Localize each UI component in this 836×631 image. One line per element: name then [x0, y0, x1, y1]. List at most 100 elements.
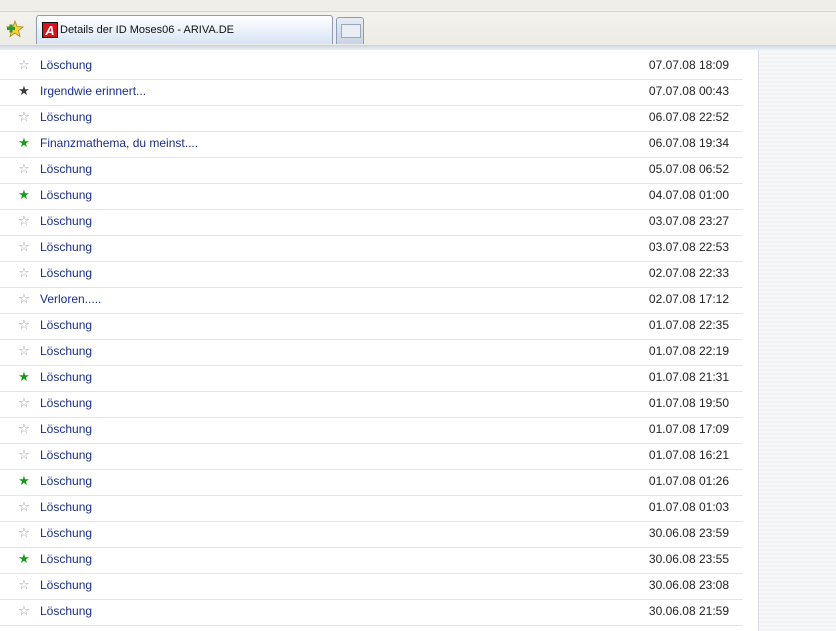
posting-list: ☆ Löschung 07.07.08 18:09 ★ Irgendwie erinne… [0, 54, 743, 626]
list-item: ☆ Löschung 01.07.08 17:09 [0, 418, 743, 444]
posting-title-link[interactable]: Löschung [40, 604, 92, 618]
star-outline-icon[interactable]: ☆ [17, 422, 31, 436]
posting-title-link[interactable]: Löschung [40, 318, 92, 332]
posting-title-link[interactable]: Löschung [40, 552, 92, 566]
ariva-favicon-icon: A [42, 22, 58, 38]
posting-title-link[interactable]: Finanzmathema, du meinst.... [40, 136, 198, 150]
star-outline-icon[interactable]: ☆ [17, 58, 31, 72]
posting-date: 01.07.08 17:09 [648, 422, 729, 436]
star-filled-icon[interactable]: ★ [17, 136, 31, 150]
list-item: ★ Irgendwie erinnert... 07.07.08 00:43 [0, 80, 743, 106]
posting-title-link[interactable]: Löschung [40, 162, 92, 176]
list-item: ☆ Löschung 03.07.08 23:27 [0, 210, 743, 236]
posting-title-link[interactable]: Verloren..... [40, 292, 101, 306]
list-item: ★ Löschung 04.07.08 01:00 [0, 184, 743, 210]
posting-title-link[interactable]: Irgendwie erinnert... [40, 84, 146, 98]
posting-date: 03.07.08 23:27 [648, 214, 729, 228]
list-item: ☆ Löschung 07.07.08 18:09 [0, 54, 743, 80]
star-outline-icon[interactable]: ☆ [17, 526, 31, 540]
list-item: ☆ Löschung 01.07.08 22:19 [0, 340, 743, 366]
list-item: ★ Löschung 30.06.08 23:55 [0, 548, 743, 574]
posting-date: 30.06.08 23:08 [648, 578, 729, 592]
posting-title-link[interactable]: Löschung [40, 396, 92, 410]
list-item: ☆ Löschung 03.07.08 22:53 [0, 236, 743, 262]
star-outline-icon[interactable]: ☆ [17, 292, 31, 306]
toolbar-strip [0, 0, 836, 12]
posting-date: 02.07.08 22:33 [648, 266, 729, 280]
tab-active[interactable]: A Details der ID Moses06 - ARIVA.DE [36, 15, 333, 44]
list-item: ☆ Löschung 30.06.08 21:59 [0, 600, 743, 626]
star-outline-icon[interactable]: ☆ [17, 396, 31, 410]
list-item: ☆ Löschung 01.07.08 01:03 [0, 496, 743, 522]
posting-title-link[interactable]: Löschung [40, 344, 92, 358]
posting-title-link[interactable]: Löschung [40, 370, 92, 384]
posting-title-link[interactable]: Löschung [40, 448, 92, 462]
star-outline-icon[interactable]: ☆ [17, 318, 31, 332]
posting-title-link[interactable]: Löschung [40, 474, 92, 488]
star-filled-icon[interactable]: ★ [17, 552, 31, 566]
star-outline-icon[interactable]: ☆ [17, 240, 31, 254]
posting-date: 01.07.08 22:35 [648, 318, 729, 332]
posting-date: 06.07.08 22:52 [648, 110, 729, 124]
tab-bar: A Details der ID Moses06 - ARIVA.DE [0, 0, 836, 46]
list-item: ☆ Löschung 30.06.08 23:08 [0, 574, 743, 600]
posting-title-link[interactable]: Löschung [40, 110, 92, 124]
posting-date: 04.07.08 01:00 [648, 188, 729, 202]
list-item: ☆ Löschung 06.07.08 22:52 [0, 106, 743, 132]
green-plus-star-icon [6, 20, 24, 38]
star-outline-icon[interactable]: ☆ [17, 344, 31, 358]
posting-title-link[interactable]: Löschung [40, 526, 92, 540]
star-filled-icon[interactable]: ★ [17, 188, 31, 202]
star-outline-icon[interactable]: ☆ [17, 604, 31, 618]
posting-date: 01.07.08 19:50 [648, 396, 729, 410]
star-outline-icon[interactable]: ☆ [17, 214, 31, 228]
list-item: ★ Löschung 01.07.08 21:31 [0, 366, 743, 392]
star-outline-icon[interactable]: ☆ [17, 500, 31, 514]
tab-title: Details der ID Moses06 - ARIVA.DE [60, 24, 235, 36]
add-tab-button[interactable] [3, 17, 27, 41]
posting-date: 07.07.08 00:43 [648, 84, 729, 98]
posting-title-link[interactable]: Löschung [40, 500, 92, 514]
posting-title-link[interactable]: Löschung [40, 578, 92, 592]
star-outline-icon[interactable]: ☆ [17, 110, 31, 124]
posting-date: 01.07.08 22:19 [648, 344, 729, 358]
posting-title-link[interactable]: Löschung [40, 58, 92, 72]
star-filled-icon[interactable]: ★ [17, 370, 31, 384]
list-item: ★ Löschung 01.07.08 01:26 [0, 470, 743, 496]
list-item: ☆ Verloren..... 02.07.08 17:12 [0, 288, 743, 314]
star-outline-icon[interactable]: ☆ [17, 448, 31, 462]
posting-title-link[interactable]: Löschung [40, 422, 92, 436]
posting-date: 30.06.08 23:59 [648, 526, 729, 540]
list-item: ☆ Löschung 01.07.08 19:50 [0, 392, 743, 418]
posting-date: 01.07.08 16:21 [648, 448, 729, 462]
posting-date: 06.07.08 19:34 [648, 136, 729, 150]
posting-title-link[interactable]: Löschung [40, 214, 92, 228]
star-outline-icon[interactable]: ☆ [17, 162, 31, 176]
posting-title-link[interactable]: Löschung [40, 266, 92, 280]
star-outline-icon[interactable]: ☆ [17, 266, 31, 280]
blank-tab-icon [341, 24, 361, 38]
page-content: ☆ Löschung 07.07.08 18:09 ★ Irgendwie erinne… [0, 50, 836, 631]
posting-date: 30.06.08 23:55 [648, 552, 729, 566]
star-filled-icon[interactable]: ★ [17, 474, 31, 488]
list-item: ★ Finanzmathema, du meinst.... 06.07.08 19… [0, 132, 743, 158]
posting-date: 01.07.08 21:31 [648, 370, 729, 384]
list-item: ☆ Löschung 30.06.08 23:59 [0, 522, 743, 548]
posting-date: 02.07.08 17:12 [648, 292, 729, 306]
list-item: ☆ Löschung 01.07.08 22:35 [0, 314, 743, 340]
posting-title-link[interactable]: Löschung [40, 240, 92, 254]
list-item: ☆ Löschung 05.07.08 06:52 [0, 158, 743, 184]
star-outline-icon[interactable]: ☆ [17, 578, 31, 592]
right-sidebar [758, 50, 836, 631]
posting-date: 01.07.08 01:03 [648, 500, 729, 514]
posting-title-link[interactable]: Löschung [40, 188, 92, 202]
list-item: ☆ Löschung 01.07.08 16:21 [0, 444, 743, 470]
posting-date: 01.07.08 01:26 [648, 474, 729, 488]
list-item: ☆ Löschung 02.07.08 22:33 [0, 262, 743, 288]
posting-date: 03.07.08 22:53 [648, 240, 729, 254]
new-tab-button[interactable] [336, 17, 364, 44]
posting-date: 30.06.08 21:59 [648, 604, 729, 618]
posting-date: 07.07.08 18:09 [648, 58, 729, 72]
star-filled-icon[interactable]: ★ [17, 84, 31, 98]
posting-date: 05.07.08 06:52 [648, 162, 729, 176]
